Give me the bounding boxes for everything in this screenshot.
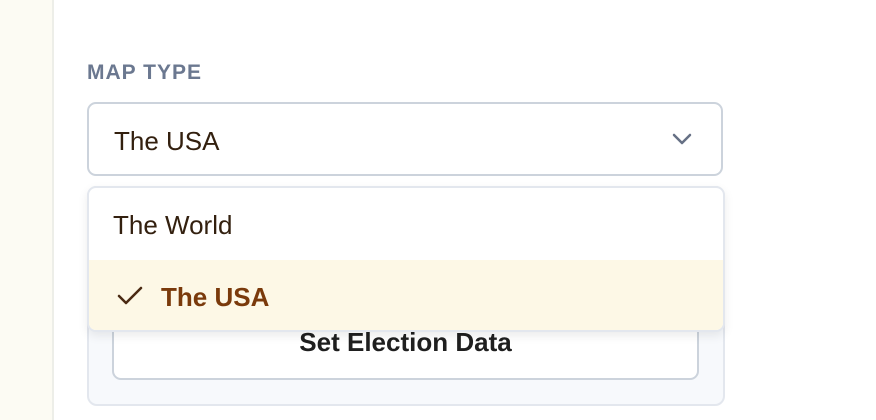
chevron-down-icon [672,133,692,145]
map-type-dropdown-menu: The World The USA [87,186,725,332]
checkmark-icon [117,286,143,305]
selected-map-type: The USA [114,126,220,156]
left-sidebar-edge [0,0,54,420]
map-type-label: MAP TYPE [87,61,202,84]
option-the-world[interactable]: The World [89,188,723,260]
option-the-usa[interactable]: The USA [89,260,723,330]
map-type-select[interactable]: The USA [87,102,723,176]
option-label: The World [113,210,233,240]
option-label: The USA [161,282,270,312]
